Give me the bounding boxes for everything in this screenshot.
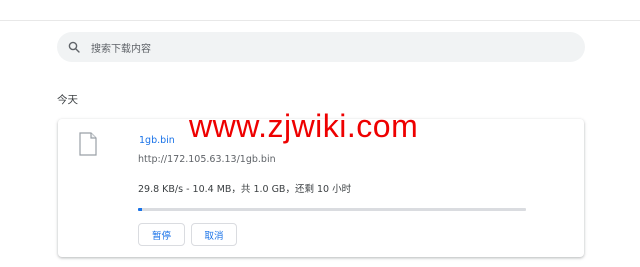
file-name-link[interactable]: 1gb.bin <box>139 135 175 146</box>
search-icon <box>67 40 81 54</box>
watermark: www.zjwiki.com <box>189 108 419 144</box>
pause-button[interactable]: 暂停 <box>138 223 185 246</box>
search-input[interactable]: 搜索下载内容 <box>91 40 151 55</box>
cancel-button[interactable]: 取消 <box>191 223 237 246</box>
file-url: http://172.105.63.13/1gb.bin <box>138 154 276 165</box>
top-bar <box>0 0 640 21</box>
progress-fill <box>138 208 143 211</box>
download-status: 29.8 KB/s - 10.4 MB，共 1.0 GB，还剩 10 小时 <box>138 184 352 195</box>
date-section-label: 今天 <box>57 94 78 106</box>
file-icon <box>79 132 97 156</box>
progress-bar <box>138 208 526 211</box>
downloads-page: 搜索下载内容 今天 1gb.bin http://172.105.63.13/1… <box>0 0 640 267</box>
search-bar[interactable]: 搜索下载内容 <box>57 32 585 62</box>
